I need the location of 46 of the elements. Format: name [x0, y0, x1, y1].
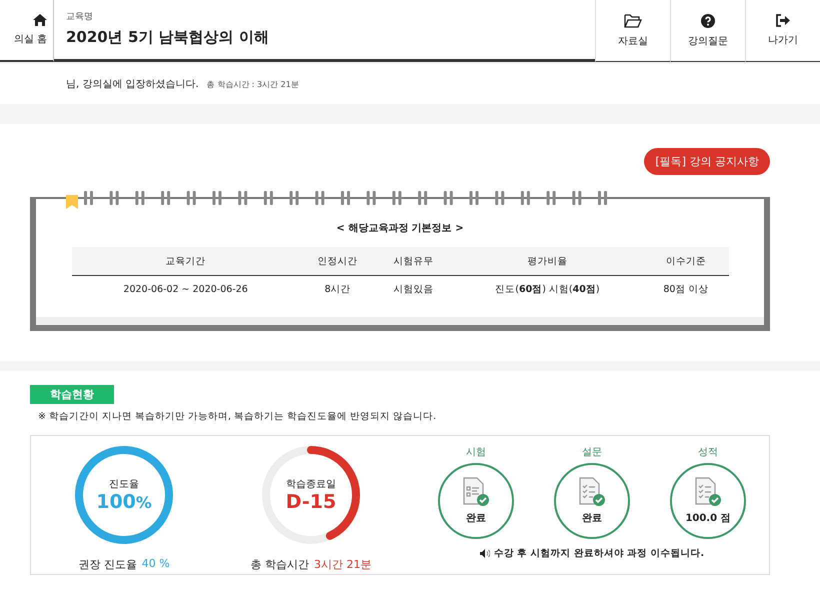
table-cell: 진도(60점) 시험(40점) [451, 276, 644, 302]
checklist-check-icon [578, 477, 606, 507]
section-badge: 학습현황 [30, 385, 114, 404]
total-study-time: 총 학습시간 : 3시간 21분 [206, 78, 299, 90]
home-button[interactable]: 의실 홈 [0, 0, 54, 62]
header-action-button[interactable]: 자료실 [595, 0, 670, 62]
caption-value: 40 % [142, 557, 170, 572]
info-title: < 해당교육과정 기본정보 > [335, 222, 465, 235]
status-value: 100.0 점 [685, 512, 731, 525]
course-title: 2020년 5기 남북협상의 이해 [66, 28, 270, 47]
status-title: 시험 [466, 446, 486, 459]
header-action-button[interactable]: 강의질문 [670, 0, 745, 62]
progress-value: 100% [96, 491, 152, 513]
column-header: 시험유무 [376, 247, 452, 276]
help-icon [701, 14, 715, 28]
notice-button[interactable]: [필독] 강의 공지사항 [644, 148, 770, 175]
bookmark-icon [66, 195, 78, 209]
course-caption: 교육명 [66, 11, 94, 23]
table-cell: 80점 이상 [643, 276, 728, 302]
status-title: 설문 [582, 446, 602, 459]
folder-icon [624, 14, 642, 28]
column-header: 교육기간 [72, 247, 300, 276]
checklist-check-icon [694, 477, 722, 507]
caption-value: 3시간 21분 [314, 557, 372, 572]
home-icon [33, 14, 47, 26]
welcome-message: 님, 강의실에 입장하셨습니다. [66, 78, 199, 91]
caption-label: 권장 진도율 [78, 557, 137, 572]
document-check-icon [462, 477, 490, 507]
caption-label: 총 학습시간 [250, 557, 309, 572]
table-cell: 2020-06-02 ~ 2020-06-26 [72, 276, 300, 302]
status-value: 완료 [582, 512, 602, 525]
ring-label: 학습종료일 [286, 478, 336, 491]
status-value: 완료 [466, 512, 486, 525]
column-header: 이수기준 [643, 247, 728, 276]
sign-out-icon [775, 14, 791, 27]
speaker-icon [480, 549, 490, 558]
status-title: 성적 [698, 446, 718, 459]
table-cell: 시험있음 [376, 276, 452, 302]
completion-note: 수강 후 시험까지 완료하셔야 과정 이수됩니다. [494, 547, 704, 560]
study-note: ※ 학습기간이 지나면 복습하기만 가능하며, 복습하기는 학습진도율에 반영되지 않습니다. [38, 410, 438, 423]
column-header: 평가비율 [451, 247, 644, 276]
days-left-value: D-15 [286, 491, 336, 513]
column-header: 인정시간 [300, 247, 376, 276]
ring-label: 진도율 [109, 478, 139, 491]
header-action-button[interactable]: 나가기 [745, 0, 820, 62]
table-cell: 8시간 [300, 276, 376, 302]
